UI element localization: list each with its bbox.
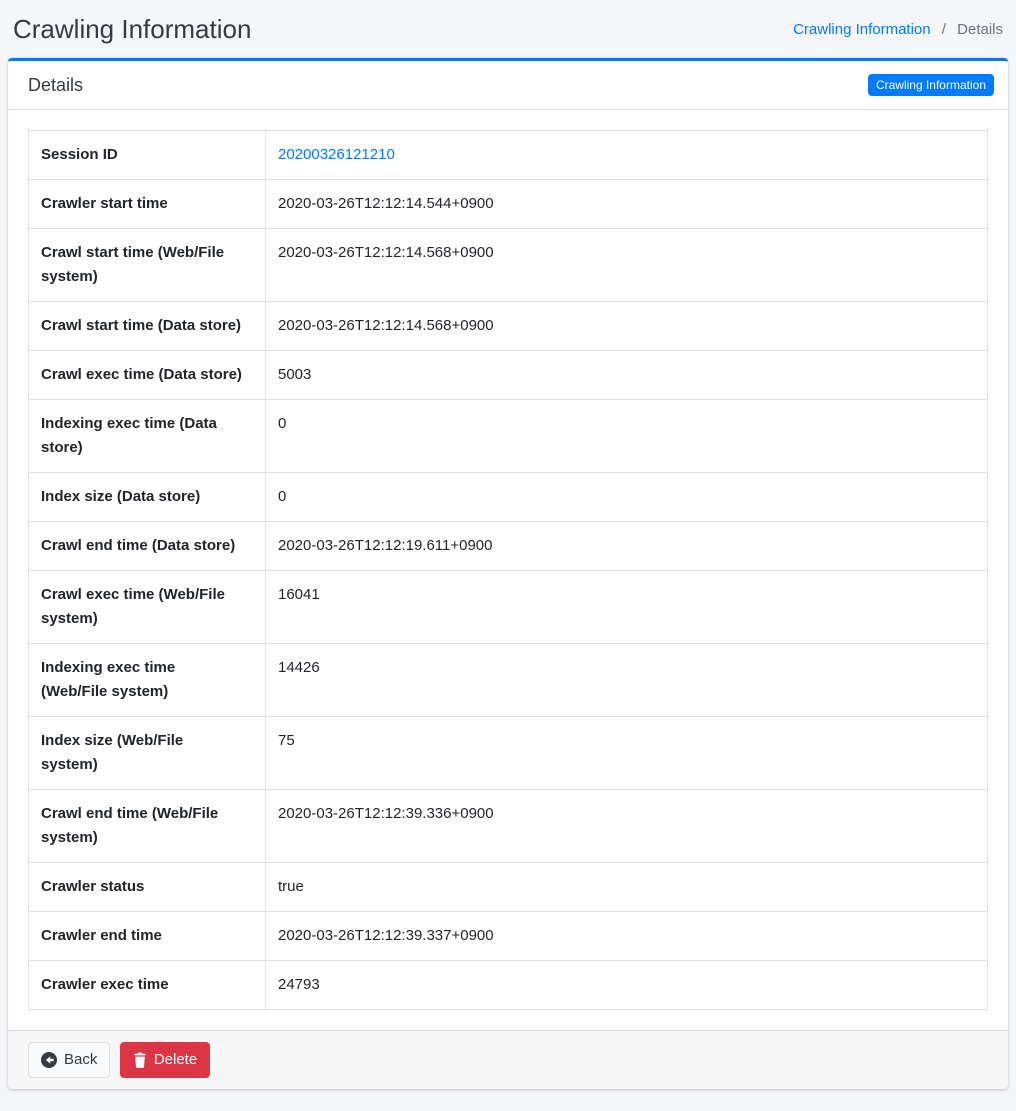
row-label: Crawler status (29, 863, 266, 912)
row-label: Index size (Web/File system) (29, 717, 266, 790)
row-label: Session ID (29, 131, 266, 180)
details-table: Session ID 20200326121210 Crawler start ti… (28, 130, 988, 1010)
row-label: Index size (Data store) (29, 473, 266, 522)
row-label: Crawler exec time (29, 961, 266, 1010)
breadcrumb-link-crawling-information[interactable]: Crawling Information (793, 21, 931, 38)
row-label: Crawl exec time (Web/File system) (29, 571, 266, 644)
back-button-label: Back (64, 1048, 97, 1072)
arrow-circle-left-icon (41, 1052, 57, 1068)
back-button[interactable]: Back (28, 1042, 110, 1078)
table-row: Crawl start time (Data store)2020-03-26T… (29, 302, 988, 351)
row-value: 2020-03-26T12:12:14.568+0900 (266, 302, 988, 351)
card-header: Details Crawling Information (8, 61, 1008, 110)
row-label: Crawl exec time (Data store) (29, 351, 266, 400)
row-value: 2020-03-26T12:12:19.611+0900 (266, 522, 988, 571)
table-row: Crawler statustrue (29, 863, 988, 912)
row-value: 2020-03-26T12:12:14.544+0900 (266, 180, 988, 229)
delete-button[interactable]: Delete (120, 1042, 210, 1078)
row-value: 24793 (266, 961, 988, 1010)
table-row: Crawl end time (Web/File system)2020-03-… (29, 790, 988, 863)
row-value: 2020-03-26T12:12:39.336+0900 (266, 790, 988, 863)
session-id-link[interactable]: 20200326121210 (278, 146, 395, 163)
table-row: Crawler end time2020-03-26T12:12:39.337+… (29, 912, 988, 961)
row-label: Crawl start time (Data store) (29, 302, 266, 351)
page-header: Crawling Information Crawling Informatio… (0, 0, 1016, 58)
row-value: 5003 (266, 351, 988, 400)
card-footer: Back Delete (8, 1030, 1008, 1089)
breadcrumb: Crawling Information / Details (793, 21, 1003, 38)
table-row: Crawl exec time (Data store)5003 (29, 351, 988, 400)
row-value: true (266, 863, 988, 912)
row-value: 14426 (266, 644, 988, 717)
row-value: 16041 (266, 571, 988, 644)
details-card: Details Crawling Information Session ID2… (8, 58, 1008, 1089)
table-row: Crawler exec time24793 (29, 961, 988, 1010)
row-value: 0 (266, 400, 988, 473)
row-label: Crawler end time (29, 912, 266, 961)
table-row: Crawl start time (Web/File system)2020-0… (29, 229, 988, 302)
table-row: Crawl exec time (Web/File system)16041 (29, 571, 988, 644)
details-table-body: Session ID 20200326121210 Crawler start ti… (29, 131, 988, 1010)
card-body: Session ID 20200326121210 Crawler start ti… (8, 110, 1008, 1030)
table-row: Crawler start time2020-03-26T12:12:14.54… (29, 180, 988, 229)
page-title: Crawling Information (13, 11, 251, 47)
table-row: Index size (Web/File system)75 (29, 717, 988, 790)
row-label: Crawler start time (29, 180, 266, 229)
table-row: Crawl end time (Data store)2020-03-26T12… (29, 522, 988, 571)
table-row: Indexing exec time (Data store)0 (29, 400, 988, 473)
trash-icon (133, 1052, 147, 1068)
delete-button-label: Delete (154, 1048, 197, 1072)
row-label: Crawl start time (Web/File system) (29, 229, 266, 302)
row-value: 20200326121210 (266, 131, 988, 180)
table-row: Index size (Data store)0 (29, 473, 988, 522)
breadcrumb-current: Details (957, 21, 1003, 38)
row-label: Crawl end time (Data store) (29, 522, 266, 571)
row-label: Indexing exec time (Web/File system) (29, 644, 266, 717)
row-label: Indexing exec time (Data store) (29, 400, 266, 473)
row-value: 75 (266, 717, 988, 790)
row-label: Crawl end time (Web/File system) (29, 790, 266, 863)
row-value: 0 (266, 473, 988, 522)
row-value: 2020-03-26T12:12:14.568+0900 (266, 229, 988, 302)
table-row: Indexing exec time (Web/File system)1442… (29, 644, 988, 717)
breadcrumb-separator: / (935, 21, 953, 38)
crawling-information-badge-button[interactable]: Crawling Information (868, 74, 994, 96)
row-value: 2020-03-26T12:12:39.337+0900 (266, 912, 988, 961)
table-row: Session ID 20200326121210 (29, 131, 988, 180)
card-title: Details (28, 72, 83, 98)
